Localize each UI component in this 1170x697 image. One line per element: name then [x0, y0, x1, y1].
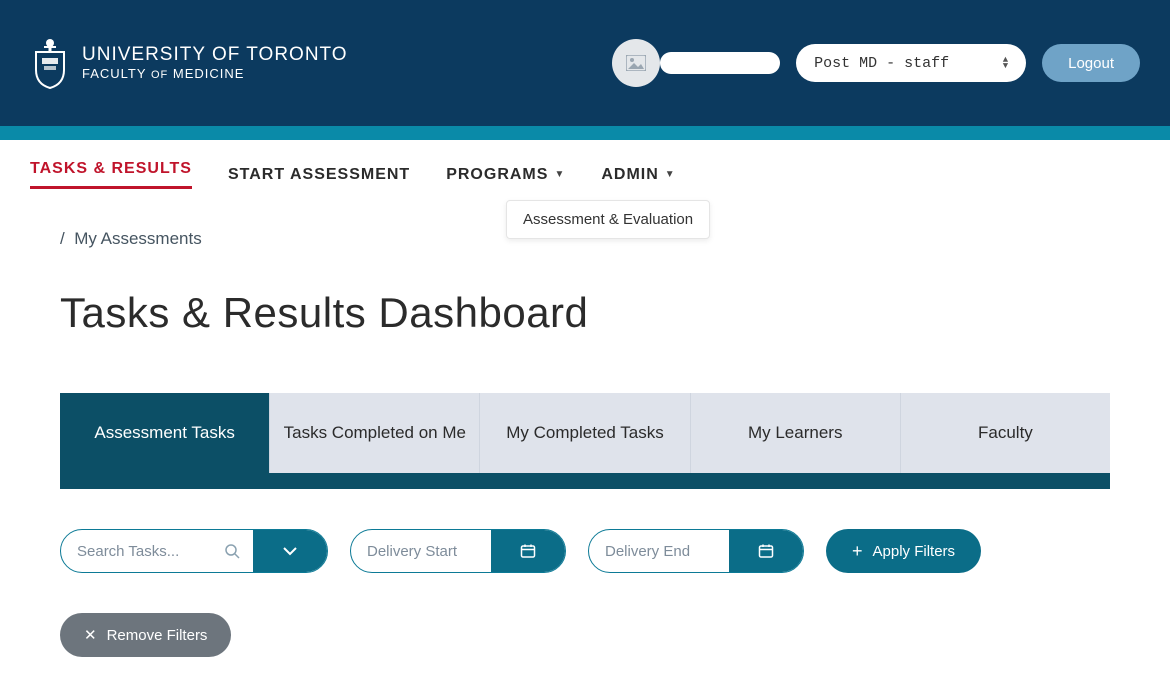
- logo-block: UNIVERSITY OF TORONTO FACULTY OF MEDICIN…: [30, 36, 348, 90]
- delivery-end-pill: [588, 529, 804, 573]
- chevron-down-icon: ▼: [665, 169, 676, 180]
- tab-label: Assessment Tasks: [94, 423, 234, 443]
- page-title: Tasks & Results Dashboard: [60, 289, 1110, 337]
- image-placeholder-icon: [626, 55, 646, 71]
- delivery-end-calendar-button[interactable]: [729, 530, 803, 572]
- delivery-start-pill: [350, 529, 566, 573]
- delivery-start-calendar-button[interactable]: [491, 530, 565, 572]
- nav-start-assessment[interactable]: START ASSESSMENT: [228, 160, 410, 189]
- logo-line2: FACULTY OF MEDICINE: [82, 66, 348, 82]
- delivery-end-input[interactable]: [589, 530, 729, 572]
- nav-label: PROGRAMS: [446, 166, 548, 184]
- delivery-start-group: [350, 529, 566, 573]
- content-area: / My Assessments Tasks & Results Dashboa…: [0, 199, 1170, 697]
- tabs-row: Assessment Tasks Tasks Completed on Me M…: [60, 393, 1110, 473]
- logout-button[interactable]: Logout: [1042, 44, 1140, 82]
- remove-row: ✕ Remove Filters: [60, 613, 1110, 657]
- logout-label: Logout: [1068, 55, 1114, 72]
- main-nav: TASKS & RESULTS START ASSESSMENT PROGRAM…: [0, 140, 1170, 199]
- app-header: UNIVERSITY OF TORONTO FACULTY OF MEDICIN…: [0, 0, 1170, 126]
- nav-tasks-results[interactable]: TASKS & RESULTS: [30, 160, 192, 189]
- plus-icon: +: [852, 541, 863, 562]
- close-icon: ✕: [84, 626, 97, 644]
- logo-text: UNIVERSITY OF TORONTO FACULTY OF MEDICIN…: [82, 44, 348, 83]
- nav-label: TASKS & RESULTS: [30, 160, 192, 178]
- dropdown-item-label: Assessment & Evaluation: [523, 211, 693, 228]
- calendar-icon: [520, 543, 536, 559]
- filters-row: + Apply Filters: [60, 529, 1110, 573]
- apply-label: Apply Filters: [873, 543, 956, 560]
- header-right: Post MD - staff ▲▼ Logout: [626, 39, 1140, 87]
- tab-my-completed-tasks[interactable]: My Completed Tasks: [480, 393, 690, 473]
- calendar-icon: [758, 543, 774, 559]
- remove-label: Remove Filters: [107, 627, 208, 644]
- tab-my-learners[interactable]: My Learners: [691, 393, 901, 473]
- role-select-value: Post MD - staff: [814, 55, 949, 72]
- apply-filters-button[interactable]: + Apply Filters: [826, 529, 981, 573]
- tab-label: Tasks Completed on Me: [284, 423, 466, 443]
- tab-label: Faculty: [978, 423, 1033, 443]
- nav-admin[interactable]: ADMIN ▼: [601, 160, 675, 189]
- nav-label: START ASSESSMENT: [228, 166, 410, 184]
- search-icon: [211, 543, 253, 559]
- remove-filters-button[interactable]: ✕ Remove Filters: [60, 613, 231, 657]
- search-pill: [60, 529, 328, 573]
- tab-label: My Learners: [748, 423, 842, 443]
- search-group: [60, 529, 328, 573]
- user-name-chip[interactable]: [660, 52, 780, 74]
- chevron-down-icon: ▼: [554, 169, 565, 180]
- accent-strip: [0, 126, 1170, 140]
- search-input[interactable]: [61, 530, 211, 572]
- nav-label: ADMIN: [601, 166, 658, 184]
- tab-faculty[interactable]: Faculty: [901, 393, 1110, 473]
- delivery-end-group: [588, 529, 804, 573]
- breadcrumb-current[interactable]: My Assessments: [74, 229, 202, 248]
- user-avatar[interactable]: [612, 39, 660, 87]
- tab-label: My Completed Tasks: [506, 423, 663, 443]
- role-select[interactable]: Post MD - staff ▲▼: [796, 44, 1026, 82]
- breadcrumb-sep: /: [60, 229, 65, 248]
- chevron-down-icon: [282, 546, 298, 556]
- search-dropdown-button[interactable]: [253, 530, 327, 572]
- delivery-start-input[interactable]: [351, 530, 491, 572]
- admin-dropdown-item[interactable]: Assessment & Evaluation: [506, 200, 710, 239]
- tab-assessment-tasks[interactable]: Assessment Tasks: [60, 393, 270, 473]
- updown-icon: ▲▼: [1003, 57, 1008, 69]
- tab-tasks-completed-on-me[interactable]: Tasks Completed on Me: [270, 393, 480, 473]
- logo-line1: UNIVERSITY OF TORONTO: [82, 44, 348, 67]
- university-crest-icon: [30, 36, 70, 90]
- tab-underline: [60, 473, 1110, 489]
- nav-programs[interactable]: PROGRAMS ▼: [446, 160, 565, 189]
